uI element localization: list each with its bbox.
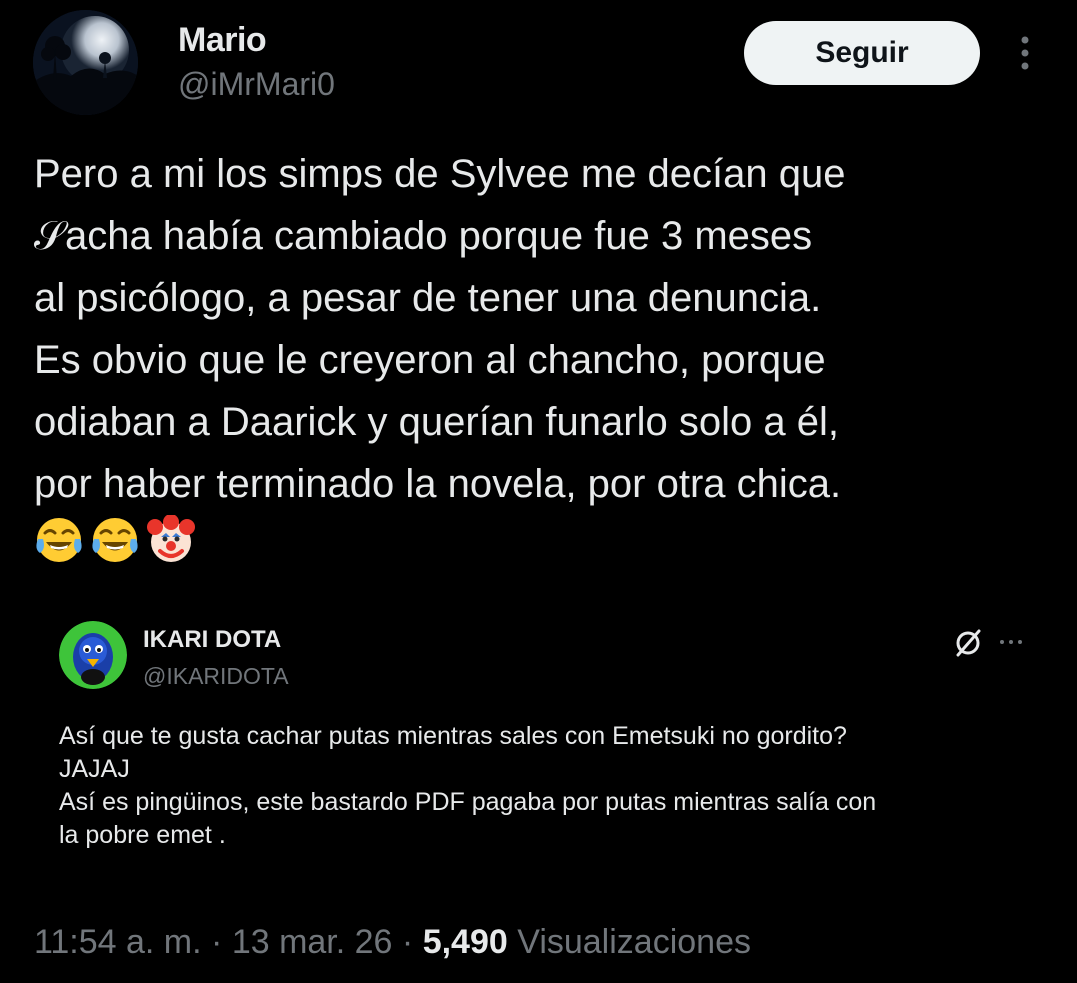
avatar-image — [59, 621, 127, 689]
quote-author-avatar[interactable] — [59, 621, 127, 689]
tweet-text: Pero a mi los simps de Sylvee me decían … — [34, 152, 846, 506]
more-vertical-icon — [1021, 36, 1029, 70]
face-with-tears-of-joy-icon — [36, 518, 82, 562]
clown-face-icon — [147, 515, 195, 562]
author-display-name[interactable]: Mario — [178, 20, 335, 60]
tweet-date[interactable]: 13 mar. 26 — [232, 923, 393, 961]
author-info[interactable]: Mario @iMrMari0 — [178, 20, 335, 104]
face-with-tears-of-joy-icon — [92, 518, 138, 562]
quote-author-handle[interactable]: @IKARIDOTA — [143, 662, 289, 690]
more-horizontal-icon[interactable] — [999, 632, 1023, 652]
quote-author-display-name[interactable]: IKARI DOTA — [143, 626, 281, 654]
author-avatar[interactable] — [33, 10, 138, 115]
author-handle[interactable]: @iMrMari0 — [178, 64, 335, 104]
slashed-circle-icon — [956, 629, 981, 657]
meta-separator: · — [211, 923, 223, 961]
tweet-time[interactable]: 11:54 a. m. — [34, 923, 202, 961]
views-label: Visualizaciones — [517, 923, 751, 961]
avatar-image — [33, 10, 138, 115]
tweet-emojis — [34, 515, 196, 565]
quote-tweet-text: Así que te gusta cachar putas mientras s… — [59, 722, 877, 849]
tweet: Mario @iMrMari0 Seguir Pero a mi los sim… — [0, 0, 1077, 983]
views-count: 5,490 — [422, 923, 508, 961]
follow-button[interactable]: Seguir — [744, 21, 980, 85]
quote-tweet-card[interactable]: IKARI DOTA @IKARIDOTA Así que te gusta c… — [35, 604, 1043, 894]
meta-separator: · — [401, 923, 414, 961]
more-options-button[interactable] — [1010, 30, 1040, 76]
tweet-meta: 11:54 a. m. · 13 mar. 26 · 5,490 Visuali… — [34, 920, 751, 964]
